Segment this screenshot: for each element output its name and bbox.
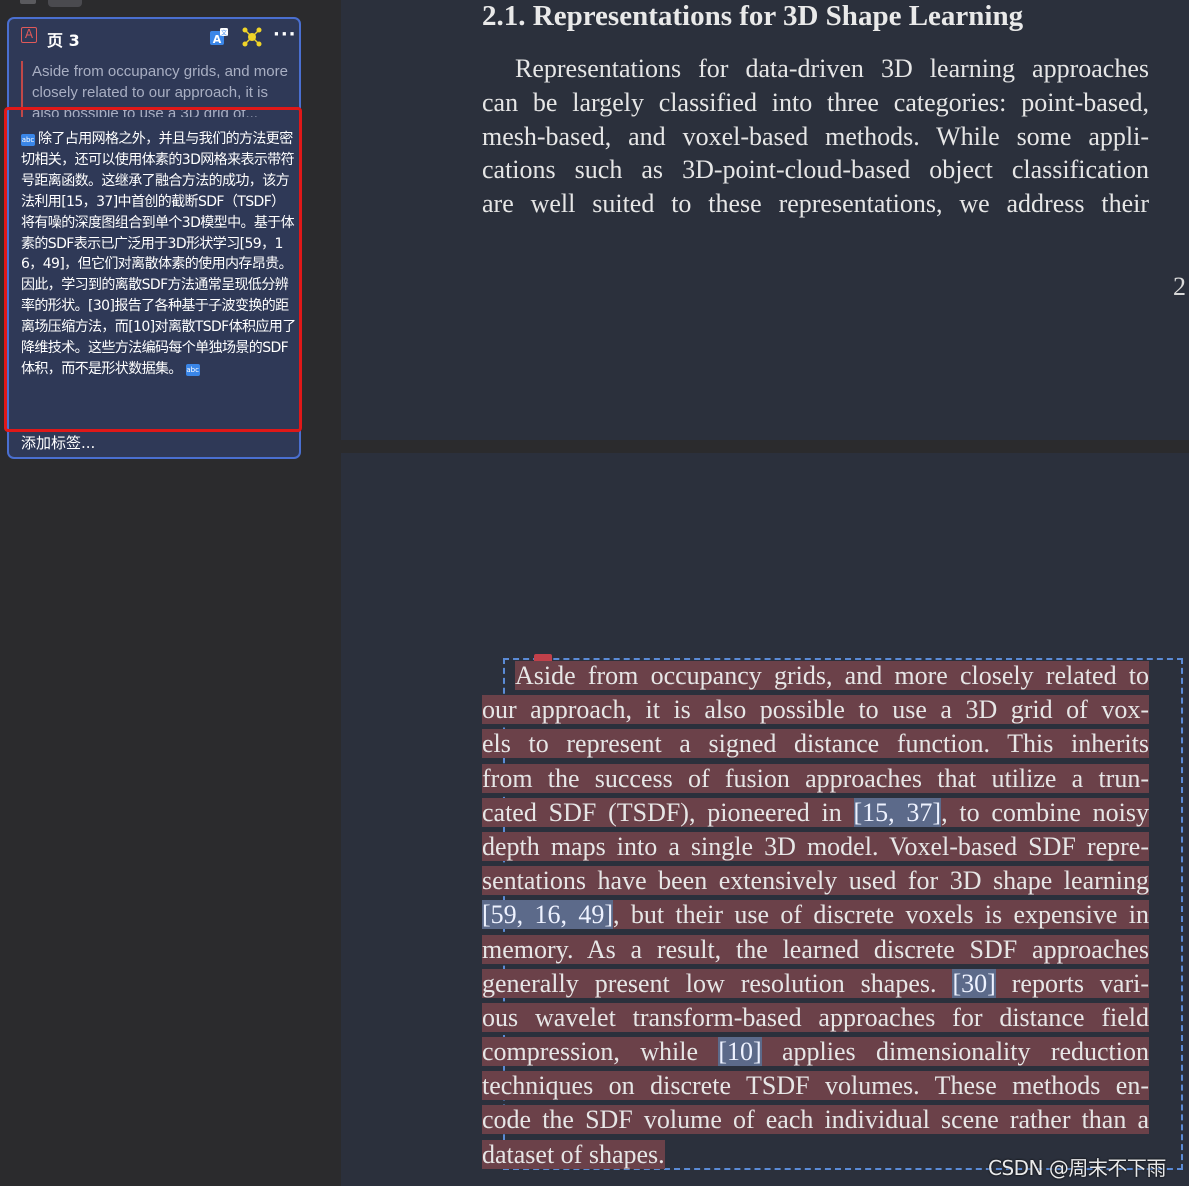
highlighted-text-line: Aside from occupancy grids, and more clo…	[482, 659, 1149, 693]
highlighted-text-line: [59, 16, 49], but their use of discrete …	[482, 898, 1149, 932]
highlight-span: memory. As a result, the learned discret…	[482, 934, 1149, 964]
toolbar-button-stub[interactable]	[48, 0, 82, 7]
highlight-span: ous wavelet transform-based approaches f…	[482, 1002, 1149, 1032]
highlighted-text-line: our approach, it is also possible to use…	[482, 693, 1149, 727]
citation-link[interactable]: [10]	[718, 1037, 762, 1067]
watermark: CSDN @周末不下雨	[988, 1156, 1166, 1180]
pdf-page: 2.1. Representations for 3D Shape Learni…	[341, 0, 1189, 440]
translation-text: 除了占用网格之外，并且与我们的方法更密切相关，还可以使用体素的3D网格来表示带符…	[21, 131, 296, 377]
highlight-span: , but their use of discrete voxels is ex…	[613, 900, 1149, 930]
translation-text-block: abc 除了占用网格之外，并且与我们的方法更密切相关，还可以使用体素的3D网格来表…	[21, 129, 297, 380]
quoted-source-text: Aside from occupancy grids, and more clo…	[21, 61, 293, 117]
pdf-viewer[interactable]: 2.1. Representations for 3D Shape Learni…	[313, 0, 1189, 1186]
highlight-span: sentations have been extensively used fo…	[482, 866, 1149, 896]
citation-link[interactable]: [30]	[952, 968, 996, 998]
highlight-span: reports vari-	[995, 968, 1149, 998]
page-number: 2	[1173, 272, 1186, 301]
highlight-span: techniques on discrete TSDF volumes. The…	[482, 1071, 1149, 1101]
highlight-span: dataset of shapes.	[482, 1139, 665, 1169]
translate-icon[interactable]: A 文	[209, 27, 229, 47]
sidebar-toolbar-stub	[0, 0, 313, 10]
citation-link[interactable]: [59, 16, 49]	[482, 900, 613, 930]
highlighted-paragraph[interactable]: Aside from occupancy grids, and more clo…	[482, 659, 1150, 1172]
annotation-card[interactable]: A 页 3 A 文 ··· Aside from occupancy grids…	[7, 17, 301, 459]
section-heading: 2.1. Representations for 3D Shape Learni…	[482, 0, 1024, 32]
highlight-span: compression, while	[482, 1037, 719, 1067]
toolbar-icon-stub[interactable]	[20, 0, 36, 4]
highlight-span: els to represent a signed distance funct…	[482, 729, 1149, 759]
svg-text:文: 文	[221, 29, 227, 37]
highlighted-text-line: sentations have been extensively used fo…	[482, 864, 1149, 898]
highlighted-text-line: generally present low resolution shapes.…	[482, 967, 1149, 1001]
highlight-span: Aside from occupancy grids, and more clo…	[515, 661, 1149, 690]
highlighted-text-line: code the SDF volume of each individual s…	[482, 1103, 1149, 1137]
text-line: can be largely classified into three cat…	[482, 87, 1149, 117]
add-tag-button[interactable]: 添加标签...	[21, 432, 95, 453]
more-icon[interactable]: ···	[273, 24, 297, 45]
sparkle-icon[interactable]	[241, 26, 263, 48]
highlighted-text-line: cated SDF (TSDF), pioneered in [15, 37],…	[482, 796, 1149, 830]
highlighted-text-line: from the success of fusion approaches th…	[482, 762, 1149, 796]
highlighted-text-line: depth maps into a single 3D model. Voxel…	[482, 830, 1149, 864]
highlighted-text-line: compression, while [10] applies dimensio…	[482, 1035, 1150, 1069]
text-line: Representations for data-driven 3D learn…	[515, 54, 1149, 83]
highlight-span: from the success of fusion approaches th…	[482, 763, 1149, 793]
card-header: A 页 3 A 文 ···	[9, 19, 299, 57]
text-line: mesh-based, and voxel-based methods. Whi…	[482, 121, 1149, 151]
highlighted-text-line: memory. As a result, the learned discret…	[482, 933, 1149, 967]
highlighted-text-line: els to represent a signed distance funct…	[482, 727, 1149, 761]
text-line: are well suited to these representations…	[482, 189, 1149, 219]
annotation-sidebar: A 页 3 A 文 ··· Aside from occupancy grids…	[0, 0, 314, 1186]
translate-badge-icon: abc	[21, 134, 35, 146]
citation-link[interactable]: [15, 37]	[853, 797, 942, 827]
highlighted-text-line: ous wavelet transform-based approaches f…	[482, 1001, 1149, 1035]
pdf-icon: A	[21, 27, 37, 43]
highlight-span: cated SDF (TSDF), pioneered in	[482, 797, 854, 827]
highlighted-text-line: techniques on discrete TSDF volumes. The…	[482, 1069, 1149, 1103]
translate-badge-icon: abc	[185, 363, 200, 376]
highlight-span: applies dimensionality reduction	[761, 1037, 1150, 1067]
page-label[interactable]: 页 3	[47, 27, 80, 51]
highlight-span: our approach, it is also possible to use…	[482, 695, 1149, 725]
highlight-span: , to combine noisy	[941, 797, 1149, 827]
pdf-page: Aside from occupancy grids, and more clo…	[341, 453, 1189, 1186]
highlight-span: depth maps into a single 3D model. Voxel…	[482, 831, 1149, 861]
highlight-span: generally present low resolution shapes.	[482, 968, 953, 998]
highlight-span: code the SDF volume of each individual s…	[482, 1105, 1149, 1135]
paragraph: Representations for data-driven 3D learn…	[482, 52, 1149, 221]
text-line: cations such as 3D-point-cloud-based obj…	[482, 155, 1149, 185]
